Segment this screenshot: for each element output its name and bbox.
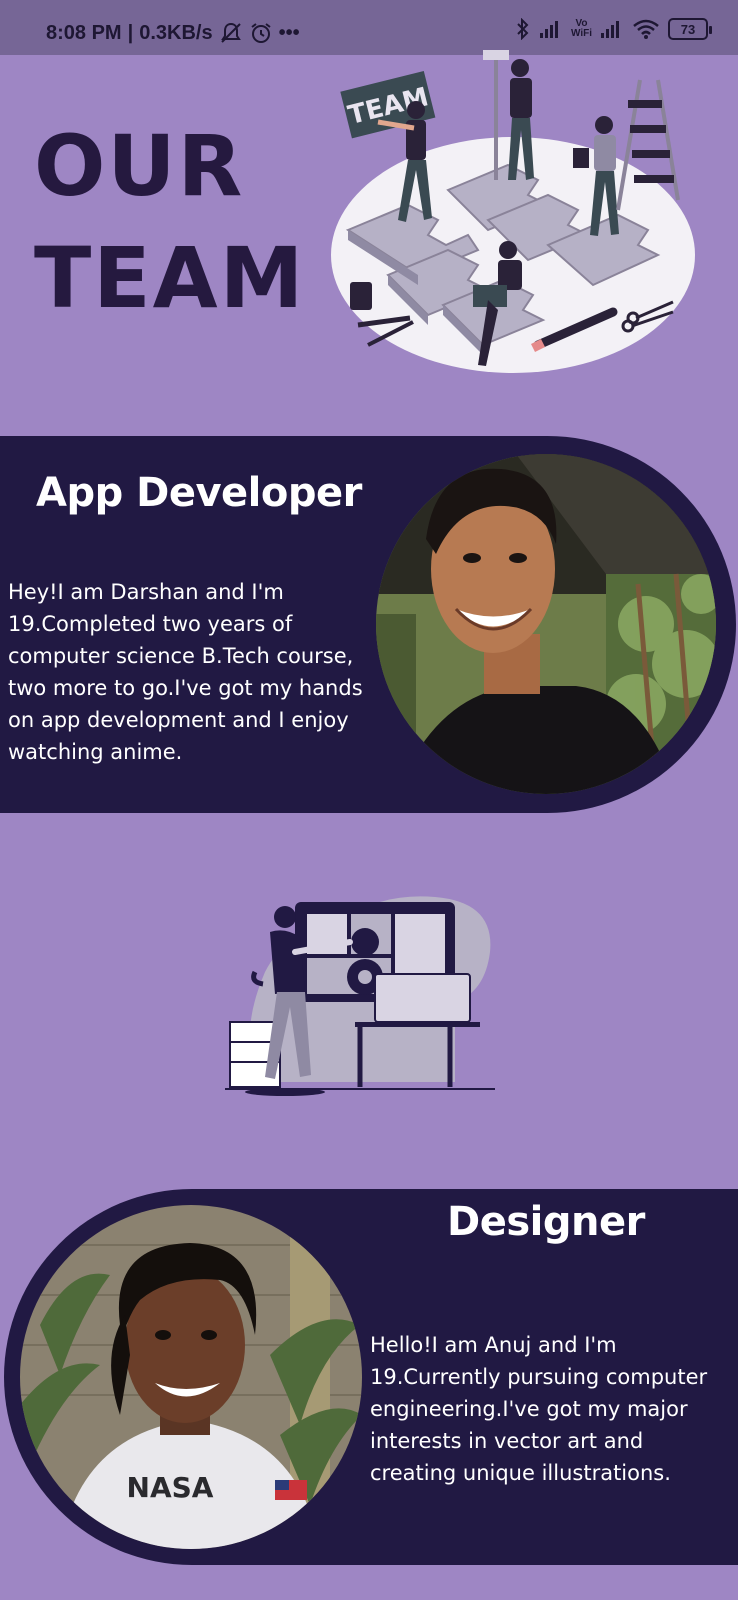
member-card-designer: NASA Designer Hello!I am Anuj and I'm 19…: [4, 1189, 738, 1565]
status-left: 8:08 PM | 0.3KB/s •••: [46, 21, 300, 45]
status-right: Vo WiFi 73: [515, 18, 712, 40]
bio-designer: Hello!I am Anuj and I'm 19.Currently pur…: [370, 1333, 708, 1485]
signal-strength-icon: [539, 20, 563, 38]
member-card-app-developer: App Developer Hey!I am Darshan and I'm 1…: [0, 436, 736, 813]
signal-strength-2-icon: [600, 20, 624, 38]
designer-workstation-illustration: [225, 896, 495, 1096]
wifi-icon: [632, 18, 660, 40]
bluetooth-icon: [515, 18, 531, 40]
page-title: OUR TEAM: [34, 110, 305, 334]
more-notifications-icon: •••: [278, 21, 300, 44]
alarm-icon: [249, 21, 273, 45]
avatar-anuj: NASA: [20, 1205, 362, 1549]
team-puzzle-illustration: TEAM: [331, 50, 695, 373]
shirt-text: NASA: [127, 1471, 214, 1504]
avatar-darshan: [376, 454, 716, 794]
notifications-off-icon: [219, 21, 243, 45]
page-title-line-2: TEAM: [34, 229, 306, 327]
status-net-speed: 0.3KB/s: [139, 21, 213, 44]
bio-app-developer: Hey!I am Darshan and I'm 19.Completed tw…: [8, 580, 363, 764]
page-title-line-1: OUR: [34, 117, 245, 215]
status-time: 8:08 PM: [46, 21, 122, 44]
role-title-designer: Designer: [447, 1199, 645, 1245]
status-bar: 8:08 PM | 0.3KB/s ••• Vo WiFi 73: [0, 0, 738, 55]
photo-anuj: NASA: [20, 1205, 362, 1549]
battery-indicator: 73: [668, 18, 712, 40]
role-title-app-developer: App Developer: [36, 470, 362, 516]
photo-darshan: [376, 454, 716, 794]
status-separator: |: [127, 21, 134, 44]
vowifi-indicator: Vo WiFi: [570, 18, 592, 39]
